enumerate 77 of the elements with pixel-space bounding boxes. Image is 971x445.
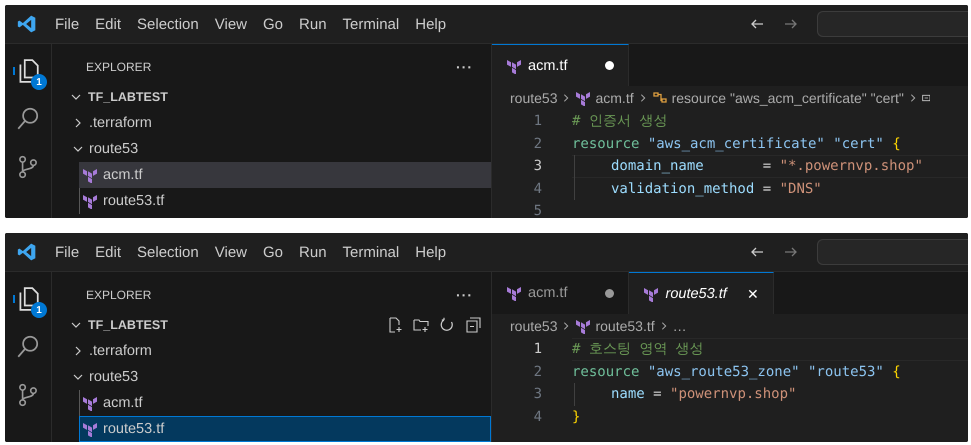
code-line: name = "powernvp.shop" — [611, 386, 796, 402]
new-folder-icon[interactable] — [413, 317, 429, 333]
terraform-icon — [575, 318, 592, 334]
line-number: 4 — [532, 408, 542, 425]
line-number: 3 — [532, 386, 542, 402]
search-field[interactable] — [817, 239, 968, 265]
breadcrumb-item[interactable]: route53.tf — [595, 318, 655, 334]
sidebar-title: EXPLORER — [86, 60, 152, 74]
terraform-icon — [82, 167, 98, 183]
line-number: 1 — [532, 113, 542, 130]
line-number: 5 — [532, 203, 542, 218]
menu-item[interactable]: Run — [291, 16, 335, 32]
breadcrumb-item[interactable]: acm.tf — [595, 90, 634, 106]
code-line: validation_method = "DNS" — [611, 180, 822, 197]
terraform-icon — [575, 90, 592, 106]
code-line: domain_name = "*.powernvp.shop" — [611, 158, 923, 174]
breadcrumb-item[interactable]: resource "aws_acm_certificate" "cert" — [672, 90, 904, 106]
tree-item[interactable]: route53.tf — [79, 188, 491, 214]
breadcrumb-item[interactable]: route53 — [510, 318, 558, 334]
terraform-icon — [643, 286, 660, 302]
terraform-icon — [82, 395, 98, 411]
breadcrumb-item[interactable]: … — [672, 318, 687, 334]
tree-item[interactable]: acm.tf — [79, 162, 491, 188]
close-tab-button[interactable]: ✕ — [746, 286, 759, 302]
search-icon[interactable] — [15, 106, 41, 132]
search-field[interactable] — [817, 11, 968, 37]
line-number: 4 — [532, 180, 542, 197]
line-number: 1 — [532, 341, 542, 358]
sidebar-title: EXPLORER — [86, 288, 152, 302]
code-line: resource "aws_route53_zone" "route53" { — [572, 364, 901, 380]
menu-item[interactable]: Edit — [87, 244, 130, 260]
terraform-icon — [82, 193, 98, 209]
menu-item[interactable]: Help — [407, 16, 454, 32]
menu-item[interactable]: Edit — [87, 16, 130, 32]
terraform-icon — [506, 58, 522, 74]
more-actions-button[interactable]: ··· — [452, 287, 477, 303]
editor-tab[interactable]: route53.tf ✕ — [629, 272, 774, 314]
new-file-icon[interactable] — [387, 317, 403, 333]
search-icon[interactable] — [15, 334, 41, 360]
collapse-all-icon[interactable] — [465, 317, 481, 333]
terraform-icon — [506, 285, 522, 301]
app-logo-icon — [17, 14, 37, 34]
editor-tab[interactable]: acm.tf — [492, 44, 630, 86]
menu-item[interactable]: View — [206, 244, 255, 260]
line-number: 3 — [532, 158, 542, 174]
notification-badge: 1 — [31, 302, 47, 318]
workspace-root[interactable]: TF_LABTEST — [52, 90, 168, 104]
menu-item[interactable]: Go — [255, 244, 292, 260]
refresh-icon[interactable] — [439, 317, 455, 333]
menu-item[interactable]: View — [206, 16, 255, 32]
tree-item[interactable]: route53 — [52, 364, 491, 390]
code-line: # 호스팅 영역 생성 — [572, 340, 704, 358]
menu-item[interactable]: Go — [255, 16, 292, 32]
code-line: } — [572, 408, 580, 425]
app-logo-icon — [17, 242, 37, 262]
tree-item[interactable]: .terraform — [52, 110, 491, 136]
line-number: 2 — [532, 136, 542, 152]
workspace-root[interactable]: TF_LABTEST — [52, 318, 168, 332]
code-line: resource "aws_acm_certificate" "cert" { — [572, 136, 901, 152]
tree-item[interactable]: route53 — [52, 136, 491, 162]
breadcrumb-item[interactable]: route53 — [510, 90, 558, 106]
tree-item[interactable]: route53.tf — [79, 416, 491, 442]
menu-item[interactable]: Help — [407, 244, 454, 260]
menu-item[interactable]: Terminal — [334, 244, 408, 260]
notification-badge: 1 — [31, 74, 47, 90]
tree-item[interactable]: acm.tf — [79, 390, 491, 416]
menu-item[interactable]: File — [47, 244, 88, 260]
terraform-icon — [82, 421, 98, 437]
tree-item[interactable]: .terraform — [52, 338, 491, 364]
menu-item[interactable]: File — [47, 16, 88, 32]
code-line: # 인증서 생성 — [572, 112, 668, 130]
menu-item[interactable]: Selection — [129, 16, 207, 32]
menu-item[interactable]: Selection — [129, 244, 207, 260]
menu-item[interactable]: Terminal — [334, 16, 408, 32]
menu-item[interactable]: Run — [291, 244, 335, 260]
line-number: 2 — [532, 364, 542, 380]
more-actions-button[interactable]: ··· — [452, 59, 477, 75]
